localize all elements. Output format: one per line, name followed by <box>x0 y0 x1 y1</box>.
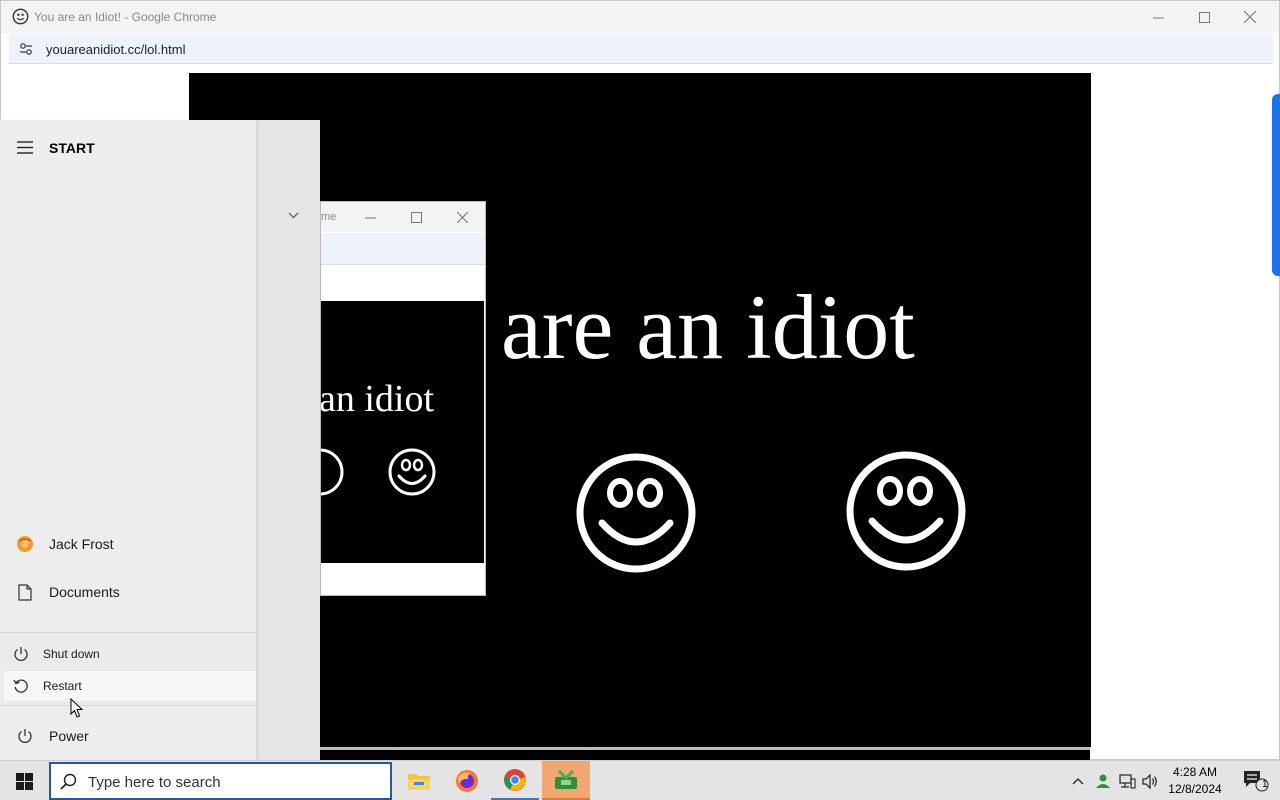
search-placeholder: Type here to search <box>88 774 221 791</box>
power-options-flyout: Shut down Restart <box>0 632 256 706</box>
smiley-icon <box>846 451 966 571</box>
title-bar[interactable]: You are an Idiot! - Google Chrome <box>1 1 1279 33</box>
chrome-icon <box>504 768 526 791</box>
window-title: You are an Idiot! - Google Chrome <box>34 10 217 24</box>
start-item-power[interactable]: Power <box>0 716 256 756</box>
popup-title: me <box>321 211 337 223</box>
popup-title-bar[interactable]: me <box>321 202 485 232</box>
start-menu-rail: START Jack Frost Documents Shut down Res… <box>0 120 256 760</box>
edge-accent <box>1272 94 1280 276</box>
minimize-button[interactable] <box>1135 1 1181 33</box>
restart-icon <box>13 679 28 693</box>
clock-time: 4:28 AM <box>1172 765 1218 779</box>
close-icon[interactable] <box>457 212 468 223</box>
address-bar[interactable]: youareanidiot.cc/lol.html <box>9 34 1273 64</box>
file-explorer-icon <box>408 774 430 790</box>
notification-center-button[interactable]: 1 <box>1232 761 1280 800</box>
headline-text: are an idiot <box>501 276 915 378</box>
start-button[interactable] <box>0 761 48 800</box>
start-label: START <box>49 140 95 156</box>
taskbar: Type here to search 4:28 AM 12/8/2024 1 <box>0 760 1280 800</box>
start-item-user[interactable]: Jack Frost <box>0 524 256 564</box>
user-tray-icon <box>1096 774 1110 788</box>
taskbar-file-explorer[interactable] <box>395 761 443 800</box>
chevron-up-icon <box>1072 778 1084 785</box>
url-text[interactable]: youareanidiot.cc/lol.html <box>46 42 185 57</box>
power-icon <box>14 647 28 661</box>
maximize-button[interactable] <box>1181 1 1227 33</box>
search-icon <box>60 773 77 790</box>
scroll-strip <box>320 747 1090 760</box>
tray-overflow-button[interactable] <box>1068 761 1088 800</box>
start-header[interactable]: START <box>0 132 256 164</box>
minimize-icon[interactable] <box>365 212 376 223</box>
maximize-icon[interactable] <box>411 212 422 223</box>
taskbar-green-app[interactable] <box>542 761 590 800</box>
close-button[interactable] <box>1227 1 1273 33</box>
taskbar-firefox[interactable] <box>443 761 491 800</box>
shut-down-option[interactable]: Shut down <box>4 639 256 669</box>
user-name: Jack Frost <box>49 536 114 552</box>
document-icon <box>15 582 35 602</box>
maximize-icon <box>1198 11 1210 23</box>
restart-label: Restart <box>43 679 82 693</box>
restart-option[interactable]: Restart <box>4 671 256 701</box>
minimize-icon <box>1152 17 1164 18</box>
smiley-icon <box>388 448 436 496</box>
power-label: Power <box>49 728 89 744</box>
start-menu: START Jack Frost Documents Shut down Res… <box>0 120 320 760</box>
documents-label: Documents <box>49 584 120 600</box>
popup-window[interactable]: me an idiot <box>320 201 486 596</box>
smiley-icon <box>321 448 344 496</box>
taskbar-chrome[interactable] <box>491 761 539 800</box>
power-icon <box>15 726 35 746</box>
smiley-favicon-icon <box>12 8 29 25</box>
start-item-documents[interactable]: Documents <box>0 572 256 612</box>
hamburger-menu-icon[interactable] <box>17 141 33 154</box>
popup-headline: an idiot <box>321 378 435 420</box>
speaker-icon <box>1142 773 1157 789</box>
site-settings-icon <box>20 43 32 55</box>
windows-logo-icon <box>15 772 33 790</box>
popup-stage: an idiot <box>321 301 484 563</box>
clock-date: 12/8/2024 <box>1168 782 1222 796</box>
mouse-cursor-icon <box>70 698 84 718</box>
close-icon <box>1244 11 1256 23</box>
shut-down-label: Shut down <box>43 647 100 661</box>
popup-address-bar[interactable] <box>321 233 485 265</box>
tray-volume[interactable] <box>1140 761 1160 800</box>
green-app-icon <box>555 769 577 789</box>
clock[interactable]: 4:28 AM 12/8/2024 <box>1160 764 1230 798</box>
tray-people[interactable] <box>1092 761 1114 800</box>
network-icon <box>1118 773 1136 789</box>
chevron-down-icon[interactable] <box>288 212 299 219</box>
smiley-icon <box>576 453 696 573</box>
taskbar-search-box[interactable]: Type here to search <box>49 762 392 800</box>
firefox-icon <box>456 770 478 792</box>
tray-network[interactable] <box>1116 761 1138 800</box>
notification-count: 1 <box>1262 779 1268 790</box>
user-avatar-icon <box>15 534 35 554</box>
